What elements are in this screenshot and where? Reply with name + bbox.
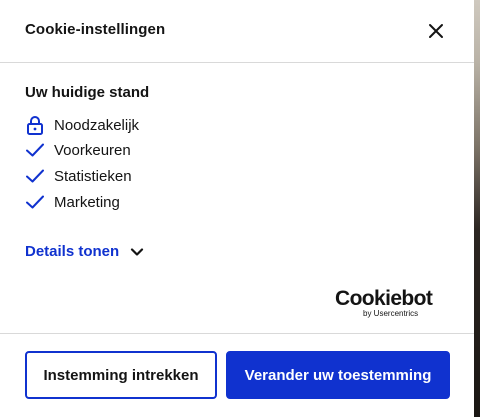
cookie-settings-dialog: Cookie-instellingen Uw huidige stand Noo… — [0, 0, 474, 417]
change-consent-button[interactable]: Verander uw toestemming — [226, 351, 450, 399]
consent-item-label: Statistieken — [54, 167, 132, 185]
check-icon — [25, 192, 45, 212]
show-details-label: Details tonen — [25, 243, 120, 260]
consent-item-label: Marketing — [54, 193, 120, 211]
close-button[interactable] — [423, 18, 449, 44]
background-image-edge — [474, 0, 480, 417]
current-state-title: Uw huidige stand — [25, 84, 150, 101]
close-icon — [429, 24, 443, 38]
show-details-link[interactable]: Details tonen — [25, 243, 145, 260]
footer-divider — [0, 333, 474, 334]
consent-item-necessary: Noodzakelijk — [25, 114, 139, 136]
lock-icon — [25, 115, 45, 135]
check-icon — [25, 166, 45, 186]
brand-name: Cookiebot — [335, 287, 433, 310]
consent-item-statistics: Statistieken — [25, 165, 132, 187]
consent-item-label: Voorkeuren — [54, 141, 131, 159]
brand-sub: by Usercentrics — [363, 309, 419, 318]
dialog-title: Cookie-instellingen — [25, 21, 166, 38]
consent-item-label: Noodzakelijk — [54, 116, 140, 134]
chevron-down-icon — [129, 244, 145, 260]
cookiebot-logo[interactable]: Cookiebot by Usercentrics — [335, 288, 435, 320]
consent-item-marketing: Marketing — [25, 191, 120, 213]
check-icon — [25, 140, 45, 160]
consent-item-preferences: Voorkeuren — [25, 139, 131, 161]
dialog-header: Cookie-instellingen — [0, 0, 474, 62]
header-divider — [0, 62, 474, 63]
withdraw-consent-button[interactable]: Instemming intrekken — [25, 351, 217, 399]
